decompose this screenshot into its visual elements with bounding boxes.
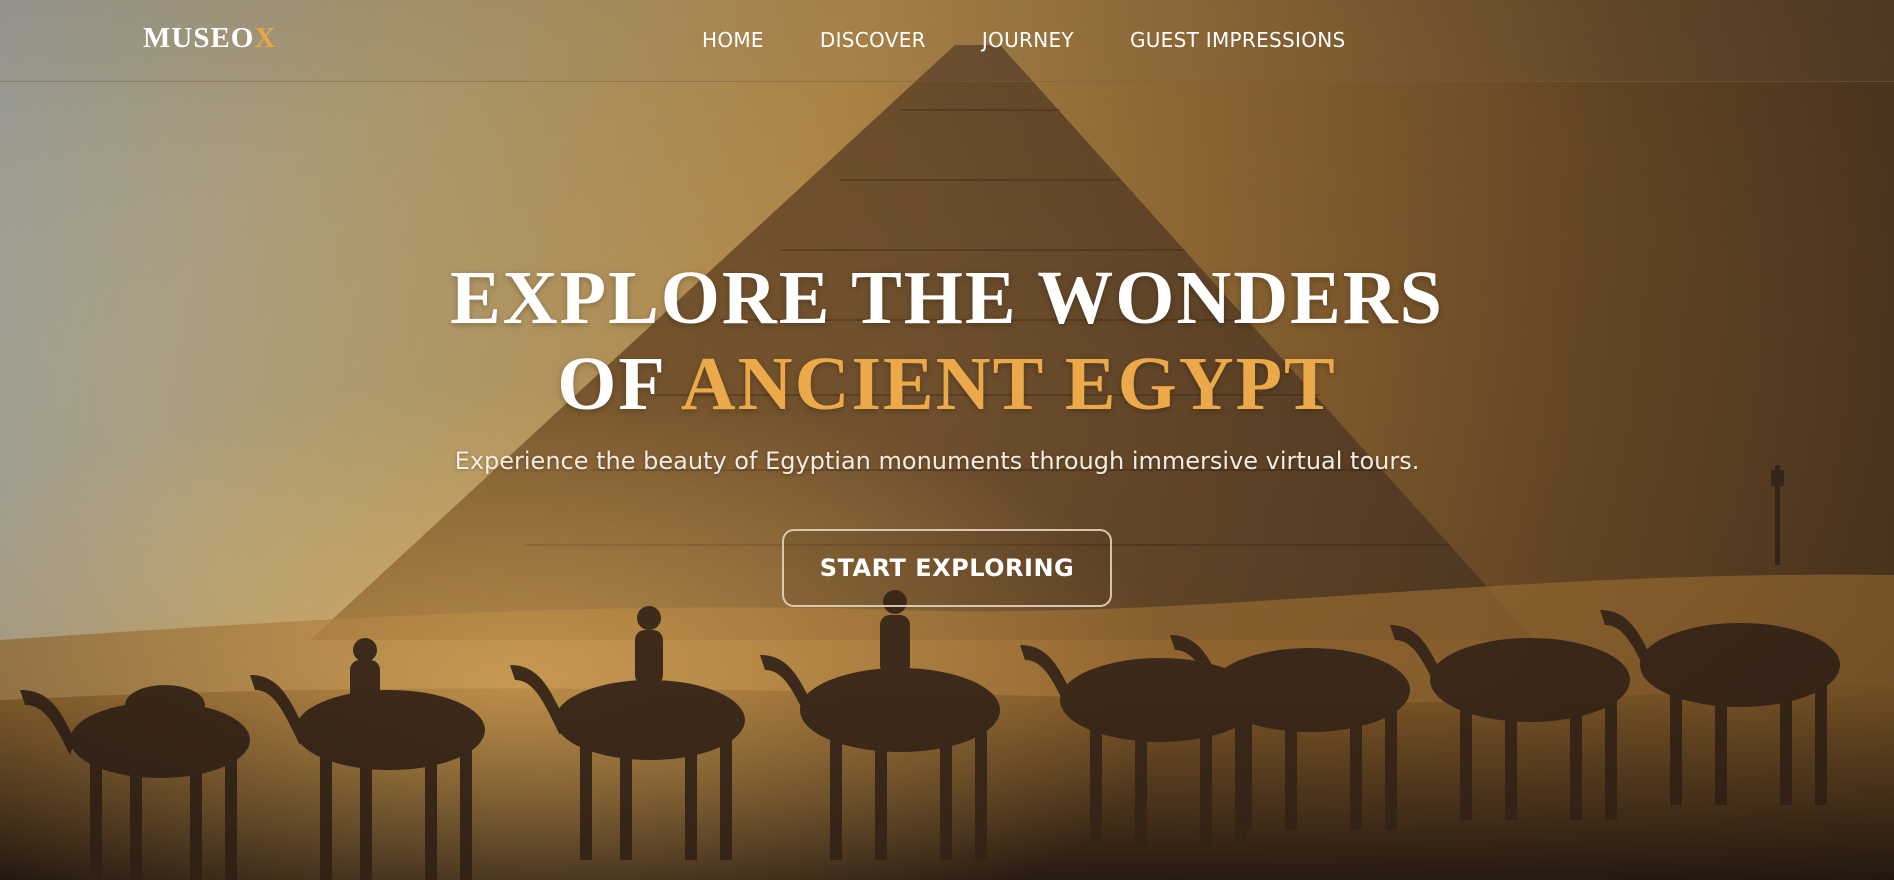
nav-link-journey[interactable]: JOURNEY xyxy=(982,28,1074,52)
top-navbar: MUSEOX HOME DISCOVER JOURNEY GUEST IMPRE… xyxy=(0,0,1894,82)
nav-link-guest-impressions[interactable]: GUEST IMPRESSIONS xyxy=(1130,28,1346,52)
start-exploring-button[interactable]: START EXPLORING xyxy=(782,529,1112,607)
hero-content: EXPLORE THE WONDERS OF ANCIENT EGYPT Exp… xyxy=(0,255,1894,607)
hero-title: EXPLORE THE WONDERS OF ANCIENT EGYPT xyxy=(0,255,1894,427)
hero-title-line1: EXPLORE THE WONDERS xyxy=(450,256,1444,340)
brand-name-main: MUSEO xyxy=(143,22,255,54)
nav-links: HOME DISCOVER JOURNEY GUEST IMPRESSIONS xyxy=(702,28,1402,52)
hero-title-line2-prefix: OF xyxy=(557,342,681,426)
hero-title-highlight: ANCIENT EGYPT xyxy=(680,342,1337,426)
brand-name-accent: X xyxy=(254,22,277,54)
nav-link-home[interactable]: HOME xyxy=(702,28,764,52)
hero-section: MUSEOX HOME DISCOVER JOURNEY GUEST IMPRE… xyxy=(0,0,1894,880)
nav-link-discover[interactable]: DISCOVER xyxy=(820,28,926,52)
hero-subtitle: Experience the beauty of Egyptian monume… xyxy=(454,447,1420,475)
brand-logo[interactable]: MUSEOX xyxy=(143,22,276,55)
